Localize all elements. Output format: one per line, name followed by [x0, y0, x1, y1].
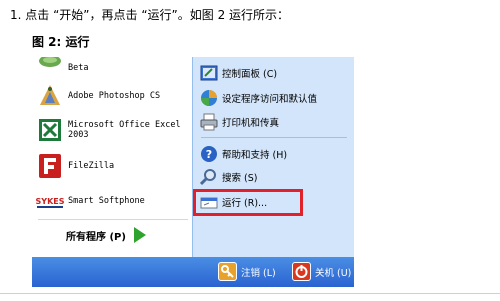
program-label: Adobe Photoshop CS: [68, 91, 161, 101]
start-menu-left-pane: Beta Adobe Photoshop CS Microsoft Office…: [32, 57, 192, 257]
control-panel-icon: [200, 64, 218, 82]
left-separator: [38, 219, 188, 220]
menu-item-help[interactable]: ? 帮助和支持 (H): [200, 145, 287, 163]
svg-text:SYKES: SYKES: [36, 197, 64, 206]
green-arrow-icon: [133, 227, 146, 243]
run-highlight-box: [193, 189, 303, 216]
all-programs-label: 所有程序 (P): [66, 231, 126, 243]
menu-item-label: 帮助和支持 (H): [222, 150, 288, 161]
program-item-beta[interactable]: Beta: [36, 57, 190, 81]
menu-item-label: 设定程序访问和默认值: [222, 94, 318, 105]
power-icon: [292, 262, 311, 281]
logoff-button[interactable]: 注销 (L): [218, 262, 276, 281]
program-item-filezilla[interactable]: FileZilla: [36, 153, 190, 179]
svg-text:?: ?: [206, 148, 212, 161]
help-icon: ?: [200, 145, 218, 163]
menu-item-label: 打印机和传真: [222, 118, 280, 129]
program-label: Smart Softphone: [68, 196, 145, 206]
photoshop-icon: [36, 83, 64, 109]
program-label: Beta: [68, 63, 89, 73]
start-menu: Beta Adobe Photoshop CS Microsoft Office…: [32, 57, 354, 287]
menu-item-search[interactable]: 搜索 (S): [199, 168, 258, 186]
filezilla-icon: [36, 153, 64, 179]
figure-title: 图 2: 运行: [32, 35, 90, 49]
step-instruction: 1. 点击 “开始”，再点击 “运行”。如图 2 运行所示：: [10, 8, 290, 22]
key-icon: [218, 262, 237, 281]
page-divider: [0, 293, 500, 294]
shutdown-button[interactable]: 关机 (U): [292, 262, 351, 281]
menu-item-printers[interactable]: 打印机和传真: [200, 113, 279, 131]
start-menu-right-pane: 控制面板 (C) 设定程序访问和默认值 打印机和传真 ? 帮助和支持 (H) 搜…: [192, 57, 354, 257]
logoff-label: 注销 (L): [241, 267, 276, 279]
program-item-smart-softphone[interactable]: SYKES Smart Softphone: [36, 188, 190, 214]
menu-item-control-panel[interactable]: 控制面板 (C): [200, 64, 277, 82]
excel-icon: [36, 117, 64, 143]
program-label: FileZilla: [68, 161, 115, 171]
program-access-icon: [200, 89, 218, 107]
shutdown-label: 关机 (U): [315, 267, 352, 279]
sykes-icon: SYKES: [36, 188, 65, 214]
right-separator: [201, 137, 347, 138]
search-icon: [199, 168, 218, 186]
printer-icon: [200, 113, 218, 131]
menu-item-label: 控制面板 (C): [222, 69, 278, 80]
program-item-excel[interactable]: Microsoft Office Excel 2003: [36, 117, 190, 143]
menu-item-label: 搜索 (S): [222, 173, 258, 184]
menu-item-program-access[interactable]: 设定程序访问和默认值: [200, 89, 317, 107]
program-label: Microsoft Office Excel 2003: [68, 120, 181, 140]
all-programs-button[interactable]: 所有程序 (P): [66, 227, 146, 243]
program-item-photoshop[interactable]: Adobe Photoshop CS: [36, 83, 190, 109]
beta-app-icon: [36, 57, 64, 81]
start-menu-bottom-bar: 注销 (L) 关机 (U): [32, 257, 354, 287]
